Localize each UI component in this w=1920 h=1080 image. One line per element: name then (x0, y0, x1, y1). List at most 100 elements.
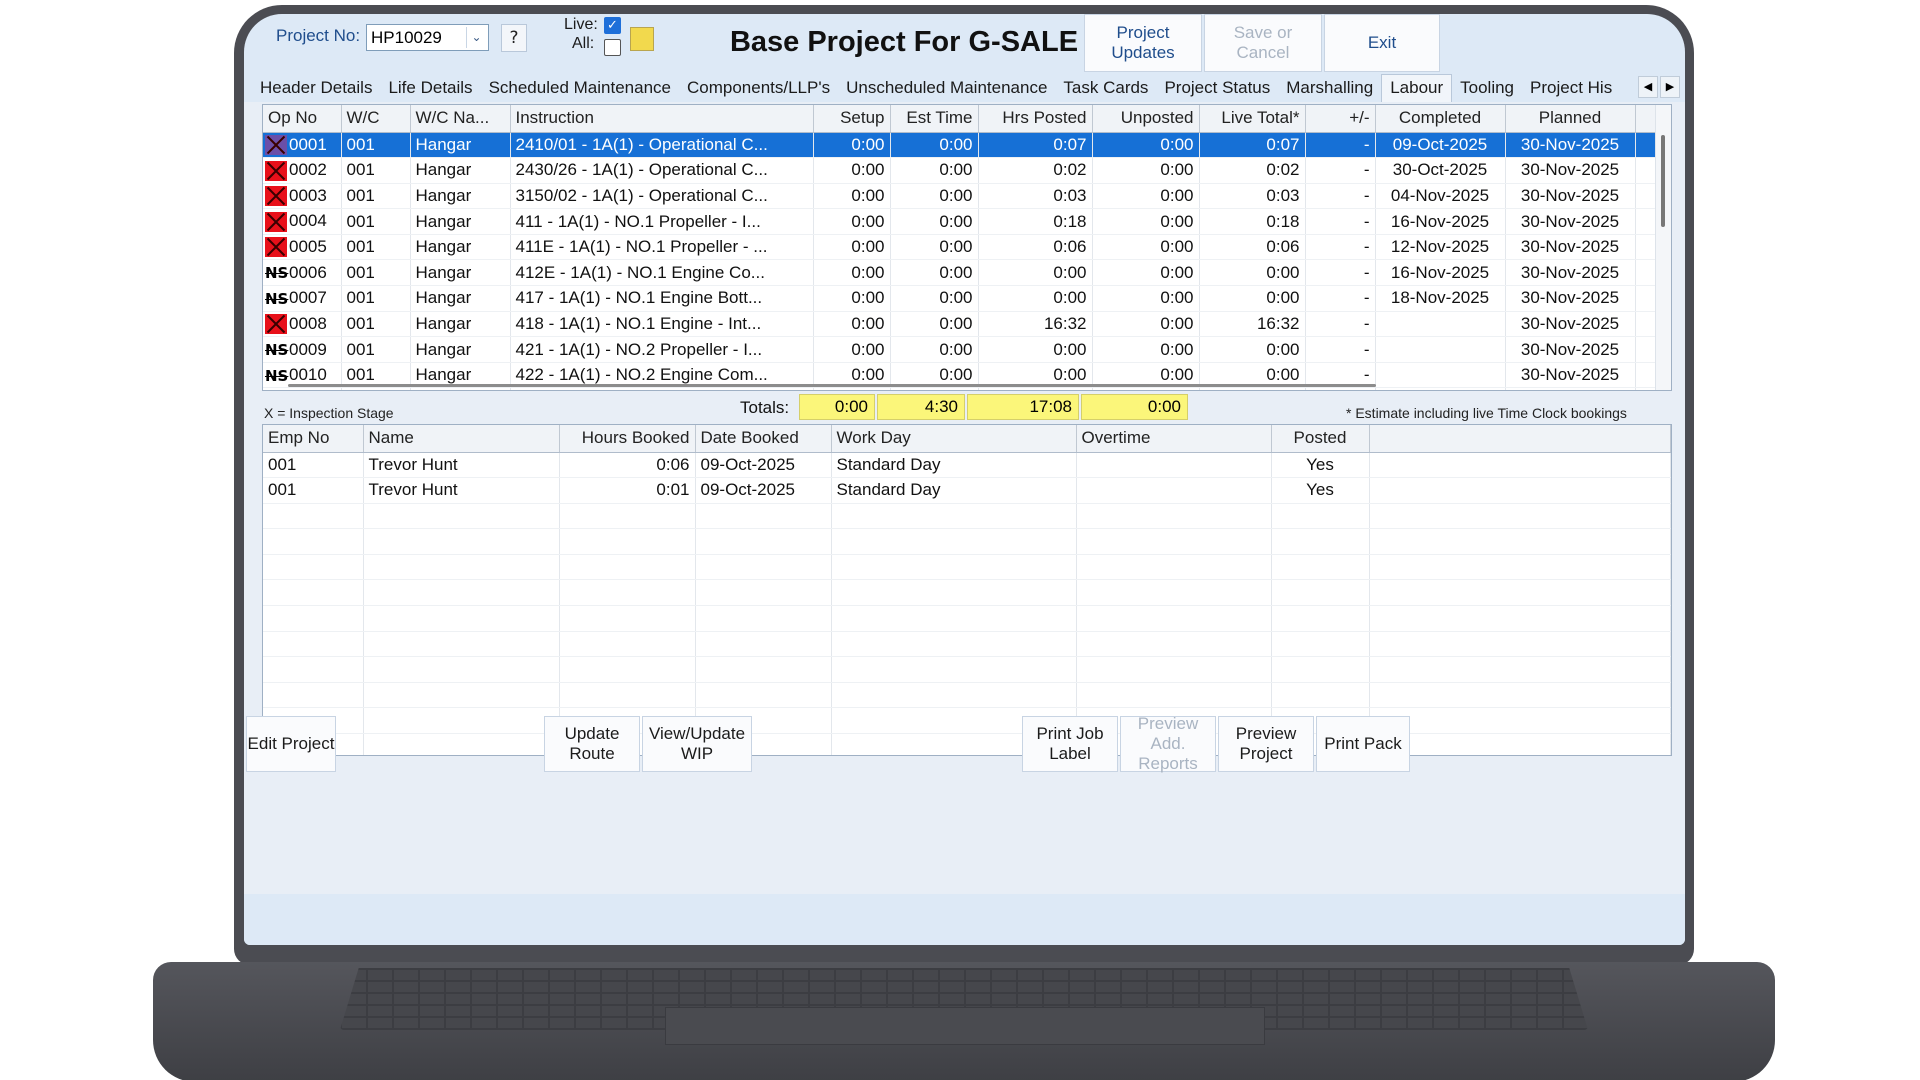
cell-completed: 04-Nov-2025 (1375, 183, 1506, 210)
cell-posted: 16:32 (978, 311, 1093, 338)
operations-vertical-scrollbar[interactable] (1655, 105, 1671, 390)
cell-emp: 001 (263, 452, 364, 479)
cell-wc: 001 (341, 259, 411, 287)
column-header[interactable]: Emp No (263, 425, 364, 453)
column-header[interactable]: W/C Na... (410, 105, 511, 133)
table-row[interactable]: 001 Trevor Hunt 0:01 09-Oct-2025 Standard Da… (263, 477, 1671, 504)
project-updates-button[interactable]: Project Updates (1084, 14, 1202, 72)
column-header[interactable]: Completed (1375, 105, 1506, 133)
note-icon[interactable] (630, 27, 654, 51)
column-header[interactable]: Unposted (1092, 105, 1200, 133)
operations-grid[interactable]: Op No W/C W/C Na... Instruction Setup Est Tim… (262, 104, 1672, 391)
empty-row (263, 503, 1671, 530)
op-number: 0008 (289, 313, 327, 333)
cell-est: 0:00 (890, 311, 979, 338)
column-header[interactable]: Hrs Posted (978, 105, 1093, 133)
preview-add-reports-button[interactable]: Preview Add. Reports (1120, 714, 1216, 773)
tab-labour[interactable]: Labour (1381, 74, 1453, 102)
column-header[interactable]: +/- (1305, 105, 1376, 133)
table-row[interactable]: 0003 001 Hangar 3150/02 - 1A(1) - Operation… (263, 183, 1658, 210)
table-row[interactable]: NS0006 001 Hangar 412E - 1A(1) - NO.1 Engin… (263, 259, 1658, 287)
table-row[interactable]: 0004 001 Hangar 411 - 1A(1) - NO.1 Propelle… (263, 208, 1658, 235)
print-pack-button[interactable]: Print Pack (1316, 716, 1410, 772)
cell-posted: 0:00 (978, 336, 1093, 363)
table-row[interactable]: NS0011001Hangar422E - 1A(1) - NO.2 Engin… (263, 387, 1658, 390)
cell-planned: 30-Nov-2025 (1505, 234, 1636, 261)
print-job-label-button[interactable]: Print Job Label (1022, 716, 1118, 772)
tab-header-details[interactable]: Header Details (252, 78, 380, 98)
inspection-x-icon (265, 211, 287, 232)
all-checkbox[interactable] (604, 39, 621, 56)
tab-project-his[interactable]: Project His (1522, 78, 1620, 98)
operations-horizontal-scrollbar[interactable] (288, 384, 1376, 387)
op-number: 0005 (289, 236, 327, 256)
cell-instr: 3150/02 - 1A(1) - Operational C... (510, 183, 814, 210)
table-row[interactable]: 0005 001 Hangar 411E - 1A(1) - NO.1 Propell… (263, 234, 1658, 261)
cell-spacer (1369, 656, 1671, 683)
column-header[interactable]: Est Time (890, 105, 979, 133)
help-button[interactable]: ? (501, 24, 527, 52)
live-checkbox[interactable]: ✓ (604, 17, 621, 34)
cell-live: 0:02 (1199, 157, 1306, 184)
project-no-combo[interactable]: HP10029 ⌄ (366, 24, 489, 51)
tab-tooling[interactable]: Tooling (1452, 78, 1522, 98)
table-row[interactable]: 0002 001 Hangar 2430/26 - 1A(1) - Operation… (263, 157, 1658, 184)
labour-panel: Op No W/C W/C Na... Instruction Setup Est Tim… (244, 102, 1685, 894)
cell-completed (1375, 311, 1506, 338)
tab-unscheduled-maintenance[interactable]: Unscheduled Maintenance (838, 78, 1055, 98)
tab-strip: Header Details Life Details Scheduled Main… (244, 74, 1685, 102)
table-row[interactable]: NS0007 001 Hangar 417 - 1A(1) - NO.1 Engine… (263, 285, 1658, 312)
column-header[interactable]: W/C (341, 105, 411, 133)
cell-live: 0:00 (1199, 285, 1306, 312)
view-update-wip-button[interactable]: View/Update WIP (642, 716, 752, 772)
edit-project-button[interactable]: Edit Project (246, 716, 336, 772)
cell-posted (1271, 631, 1370, 658)
tab-life-details[interactable]: Life Details (380, 78, 480, 98)
cell-diff: - (1305, 132, 1376, 159)
column-header[interactable]: Name (363, 425, 560, 453)
column-header[interactable]: Live Total* (1199, 105, 1306, 133)
cell-posted: 0:02 (978, 157, 1093, 184)
tab-scheduled-maintenance[interactable]: Scheduled Maintenance (481, 78, 679, 98)
column-header-spacer (1635, 105, 1658, 133)
table-row[interactable]: 0008 001 Hangar 418 - 1A(1) - NO.1 Engine -… (263, 311, 1658, 338)
scroll-thumb[interactable] (1661, 135, 1665, 227)
column-header[interactable]: Work Day (831, 425, 1077, 453)
cell-setup: 0:00 (813, 311, 891, 338)
op-number: 0001 (289, 134, 327, 154)
cell-spacer (1635, 157, 1658, 184)
cell-op: 0005 (263, 234, 342, 261)
cell-est: 0:00 (890, 285, 979, 312)
column-header[interactable]: Hours Booked (559, 425, 696, 453)
cell-instr: 412E - 1A(1) - NO.1 Engine Co... (510, 259, 814, 287)
preview-project-button[interactable]: Preview Project (1218, 716, 1314, 772)
tab-scroll-left-icon[interactable]: ◀ (1638, 76, 1658, 98)
cell-setup: 0:00 (813, 336, 891, 363)
tab-project-status[interactable]: Project Status (1156, 78, 1278, 98)
column-header[interactable]: Setup (813, 105, 891, 133)
cell-wc: 001 (341, 132, 411, 159)
column-header[interactable]: Planned (1505, 105, 1636, 133)
tab-scroll-right-icon[interactable]: ▶ (1660, 76, 1680, 98)
column-header[interactable]: Date Booked (695, 425, 832, 453)
table-row[interactable]: 0001 001 Hangar 2410/01 - 1A(1) - Operation… (263, 132, 1658, 159)
column-header[interactable]: Op No (263, 105, 342, 133)
column-header[interactable]: Overtime (1076, 425, 1272, 453)
cell-diff: - (1305, 234, 1376, 261)
tab-task-cards[interactable]: Task Cards (1055, 78, 1156, 98)
column-header[interactable]: Posted (1271, 425, 1370, 453)
tab-components-llp-s[interactable]: Components/LLP's (679, 78, 838, 98)
table-row[interactable]: 001 Trevor Hunt 0:06 09-Oct-2025 Standard Da… (263, 452, 1671, 479)
cell-live: 0:00 (1199, 259, 1306, 287)
cell-spacer (1635, 132, 1658, 159)
tab-marshalling[interactable]: Marshalling (1278, 78, 1381, 98)
chevron-down-icon[interactable]: ⌄ (466, 27, 486, 48)
column-header[interactable]: Instruction (510, 105, 814, 133)
update-route-button[interactable]: Update Route (544, 716, 640, 772)
table-row[interactable]: NS0009 001 Hangar 421 - 1A(1) - NO.2 Propel… (263, 336, 1658, 363)
cell-hours (559, 503, 696, 530)
save-or-cancel-button[interactable]: Save or Cancel (1204, 14, 1322, 72)
bookings-grid[interactable]: Emp No Name Hours Booked Date Booked Work Da… (262, 424, 1672, 756)
exit-button[interactable]: Exit (1324, 14, 1440, 72)
cell-spacer (1369, 503, 1671, 530)
